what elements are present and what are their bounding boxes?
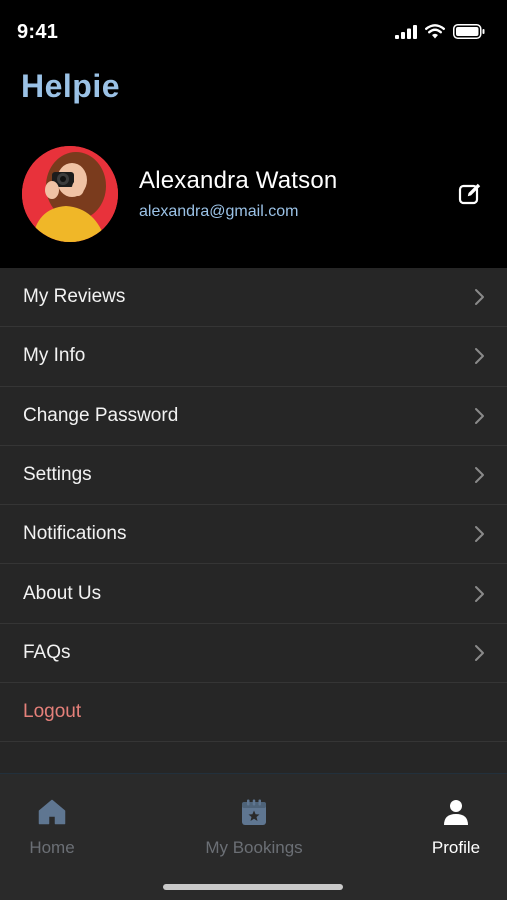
status-icons [395,24,485,39]
menu-item-label: Notifications [23,523,127,545]
chevron-right-icon [475,407,484,424]
edit-icon [458,183,481,205]
avatar-photo [22,146,118,242]
avatar [22,146,118,242]
edit-profile-button[interactable] [456,180,484,208]
cellular-signal-icon [395,24,417,39]
menu-item-label: Settings [23,464,92,486]
chevron-right-icon [475,526,484,543]
tab-home[interactable]: Home [21,796,83,858]
chevron-right-icon [475,585,484,602]
battery-icon [453,24,485,39]
person-icon [440,796,472,828]
menu-item-my-reviews[interactable]: My Reviews [0,268,507,328]
profile-menu: My Reviews My Info Change Password Setti… [0,268,507,773]
menu-item-label: FAQs [23,641,71,663]
menu-item-label: About Us [23,582,102,604]
logout-label: Logout [23,701,82,723]
logout-button[interactable]: Logout [0,683,507,743]
status-bar: 9:41 [0,0,507,62]
chevron-right-icon [475,467,484,484]
calendar-star-icon [238,796,270,828]
profile-header: Alexandra Watson alexandra@gmail.com [0,140,507,268]
wifi-icon [425,24,445,39]
menu-item-settings[interactable]: Settings [0,446,507,506]
home-icon [36,796,68,828]
menu-item-label: Change Password [23,404,179,426]
tab-my-bookings[interactable]: My Bookings [199,796,309,858]
menu-item-notifications[interactable]: Notifications [0,505,507,565]
menu-item-label: My Reviews [23,286,126,308]
home-indicator [163,884,343,890]
user-email: alexandra@gmail.com [139,203,299,220]
tab-profile-label: Profile [431,838,481,857]
chevron-right-icon [475,348,484,365]
menu-item-about-us[interactable]: About Us [0,564,507,624]
user-name: Alexandra Watson [139,167,338,194]
chevron-right-icon [475,289,484,306]
app-brand-title: Helpie [21,68,121,104]
chevron-right-icon [475,644,484,661]
menu-item-faqs[interactable]: FAQs [0,624,507,684]
tab-profile[interactable]: Profile [426,796,486,858]
tab-my-bookings-label: My Bookings [205,838,303,857]
tab-home-label: Home [29,838,75,857]
bottom-tab-bar: Home My Bookings Profile [0,773,507,900]
menu-item-my-info[interactable]: My Info [0,327,507,387]
menu-item-change-password[interactable]: Change Password [0,387,507,446]
status-time: 9:41 [17,21,59,43]
menu-item-label: My Info [23,345,86,367]
